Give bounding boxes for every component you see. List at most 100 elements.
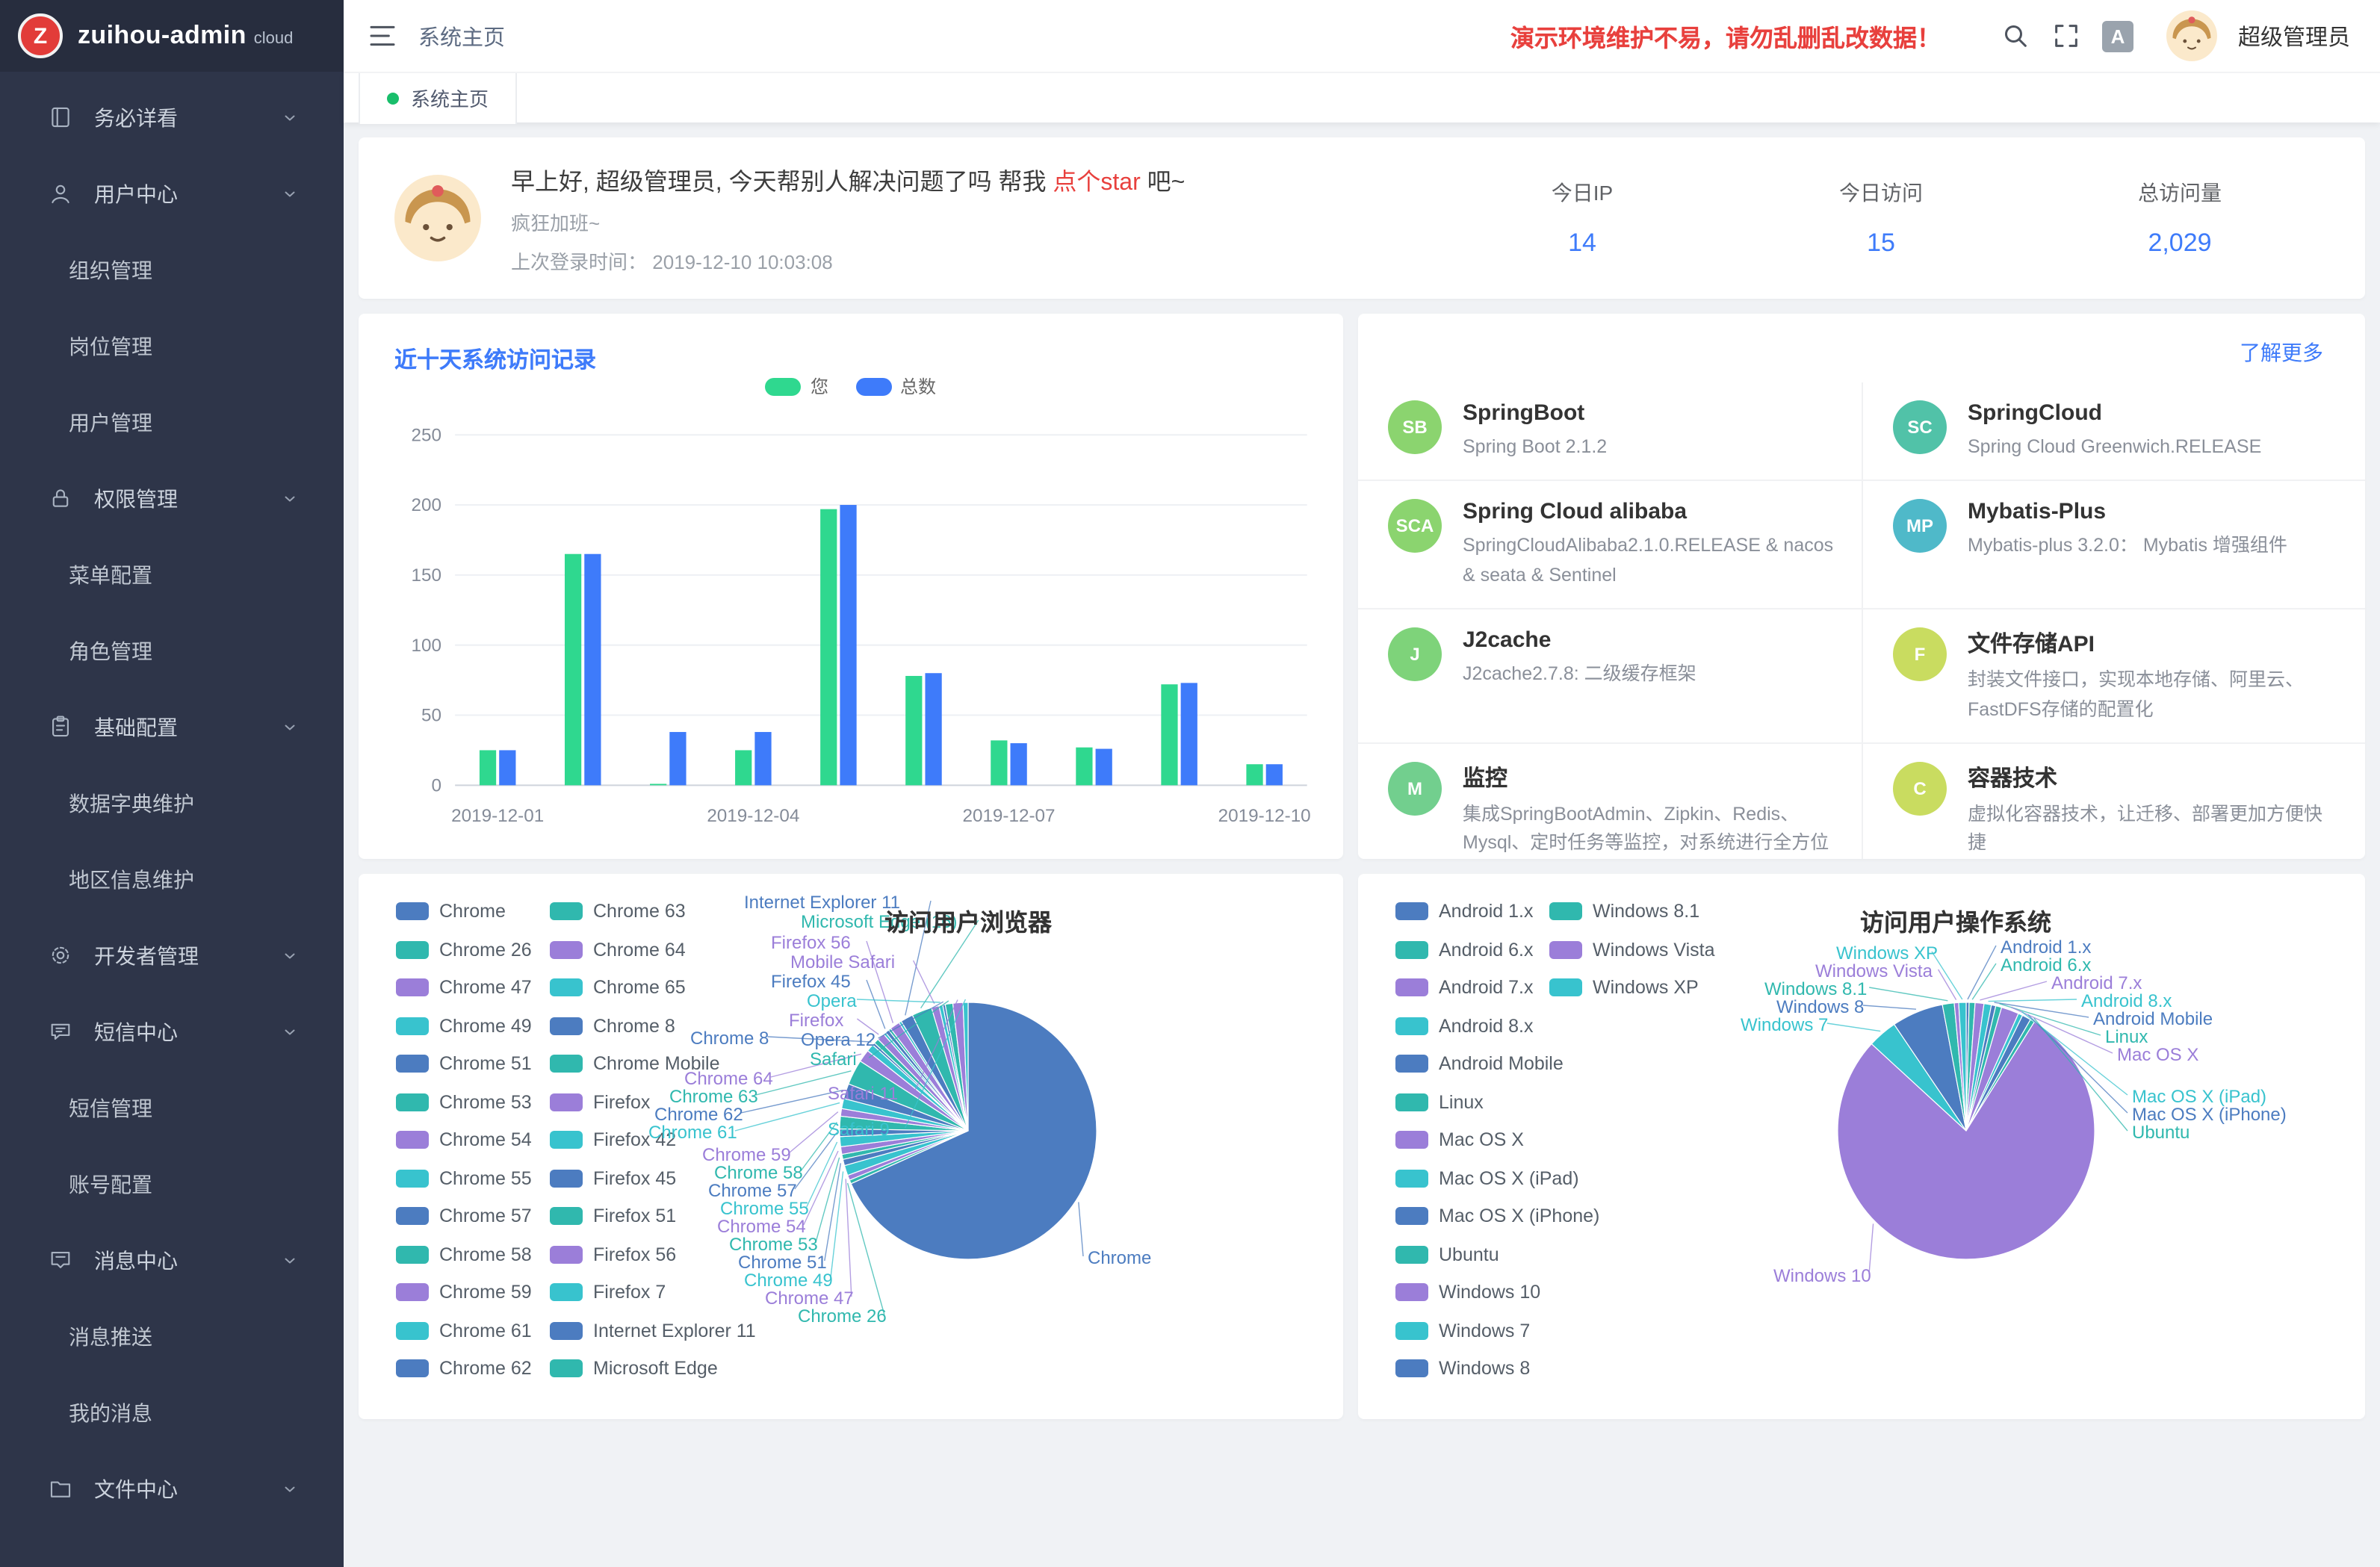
legend-item[interactable]: Chrome 8 (550, 1015, 704, 1036)
search-icon[interactable] (2001, 21, 2030, 51)
legend-item[interactable]: Microsoft Edge (550, 1358, 704, 1379)
stat-value[interactable]: 15 (1732, 229, 2030, 258)
sidebar-item-permission[interactable]: 权限管理 (0, 460, 344, 536)
legend-item[interactable]: Mac OS X (iPhone) (1395, 1205, 1549, 1226)
legend-item[interactable]: Firefox (550, 1091, 704, 1112)
legend-item[interactable]: Chrome 64 (550, 939, 704, 960)
feature-j[interactable]: JJ2cacheJ2cache2.7.8: 二级缓存框架 (1358, 608, 1862, 742)
legend-item[interactable]: Android 7.x (1395, 977, 1549, 998)
legend-item[interactable]: Chrome Mobile (550, 1053, 704, 1074)
feature-mp[interactable]: MPMybatis-PlusMybatis-plus 3.2.0： Mybati… (1862, 480, 2365, 609)
bar[interactable] (925, 673, 941, 785)
bar[interactable] (1096, 749, 1112, 786)
legend-item[interactable]: Windows 7 (1395, 1320, 1549, 1341)
sidebar-item-base-config[interactable]: 基础配置 (0, 689, 344, 765)
legend-item[interactable]: Mac OS X (1395, 1129, 1549, 1150)
sidebar-item-file-center[interactable]: 文件中心 (0, 1450, 344, 1527)
bar[interactable] (840, 505, 856, 785)
legend-item[interactable]: Chrome 65 (550, 977, 704, 998)
legend-item[interactable]: Chrome 62 (396, 1358, 550, 1379)
bar[interactable] (905, 676, 922, 785)
sidebar-subitem-sms-manage[interactable]: 短信管理 (0, 1070, 344, 1146)
sidebar-subitem-user[interactable]: 用户管理 (0, 384, 344, 460)
legend-item[interactable]: Firefox 45 (550, 1167, 704, 1188)
bar[interactable] (1246, 764, 1262, 785)
legend-item[interactable]: Windows 8.1 (1549, 901, 1703, 922)
legend-item[interactable]: Internet Explorer 11 (550, 1320, 704, 1341)
sidebar-item-user-center[interactable]: 用户中心 (0, 155, 344, 232)
legend-item[interactable]: Windows 8 (1395, 1358, 1549, 1379)
sidebar-subitem-my-msg[interactable]: 我的消息 (0, 1374, 344, 1450)
sidebar-subitem-post[interactable]: 岗位管理 (0, 308, 344, 384)
legend-item[interactable]: Windows Vista (1549, 939, 1703, 960)
legend-item[interactable]: Chrome 53 (396, 1091, 550, 1112)
tab-home[interactable]: 系统主页 (359, 72, 517, 123)
sidebar-subitem-dict[interactable]: 数据字典维护 (0, 765, 344, 841)
legend-item[interactable]: Chrome 55 (396, 1167, 550, 1188)
legend-item[interactable]: Firefox 7 (550, 1282, 704, 1303)
legend-item[interactable]: Windows XP (1549, 977, 1703, 998)
bar[interactable] (1161, 684, 1177, 785)
legend-item[interactable]: Chrome 51 (396, 1053, 550, 1074)
feature-sca[interactable]: SCASpring Cloud alibabaSpringCloudAlibab… (1358, 480, 1862, 609)
legend-item[interactable]: Chrome (396, 901, 550, 922)
sidebar-subitem-menu-config[interactable]: 菜单配置 (0, 536, 344, 612)
sidebar-subitem-area[interactable]: 地区信息维护 (0, 841, 344, 917)
legend-item[interactable]: Chrome 58 (396, 1244, 550, 1265)
bar[interactable] (991, 740, 1007, 785)
feature-m[interactable]: M监控集成SpringBootAdmin、Zipkin、Redis、Mysql、… (1358, 742, 1862, 859)
stat-value[interactable]: 2,029 (2030, 229, 2329, 258)
font-size-icon[interactable]: A (2102, 20, 2133, 52)
sidebar-subitem-role[interactable]: 角色管理 (0, 612, 344, 689)
feature-f[interactable]: F文件存储API封装文件接口，实现本地存储、阿里云、FastDFS存储的配置化 (1862, 608, 2365, 742)
bar[interactable] (1181, 683, 1197, 785)
legend-item[interactable]: Mac OS X (iPad) (1395, 1167, 1549, 1188)
sidebar-subitem-msg-push[interactable]: 消息推送 (0, 1298, 344, 1374)
sidebar-item-must-read[interactable]: 务必详看 (0, 79, 344, 155)
legend-item[interactable]: Android 8.x (1395, 1015, 1549, 1036)
legend-item[interactable]: Chrome 49 (396, 1015, 550, 1036)
feature-sb[interactable]: SBSpringBootSpring Boot 2.1.2 (1358, 382, 1862, 480)
legend-item[interactable]: Chrome 61 (396, 1320, 550, 1341)
sidebar-item-message-center[interactable]: 消息中心 (0, 1222, 344, 1298)
username[interactable]: 超级管理员 (2238, 20, 2350, 52)
legend-item[interactable]: Android 6.x (1395, 939, 1549, 960)
bar[interactable] (650, 784, 666, 785)
legend-item[interactable]: Android Mobile (1395, 1053, 1549, 1074)
bar[interactable] (480, 750, 496, 785)
bar[interactable] (820, 509, 837, 786)
legend-item[interactable]: 总数 (855, 373, 936, 399)
legend-item[interactable]: Chrome 47 (396, 977, 550, 998)
legend-item[interactable]: Chrome 54 (396, 1129, 550, 1150)
legend-item[interactable]: 您 (766, 373, 828, 399)
sidebar-item-developer[interactable]: 开发者管理 (0, 917, 344, 993)
feature-c[interactable]: C容器技术虚拟化容器技术，让迁移、部署更加方便快捷 (1862, 742, 2365, 859)
legend-item[interactable]: Linux (1395, 1091, 1549, 1112)
bar[interactable] (1266, 764, 1283, 785)
bar[interactable] (584, 554, 601, 786)
legend-item[interactable]: Chrome 59 (396, 1282, 550, 1303)
legend-item[interactable]: Windows 10 (1395, 1282, 1549, 1303)
legend-item[interactable]: Ubuntu (1395, 1244, 1549, 1265)
feature-sc[interactable]: SCSpringCloudSpring Cloud Greenwich.RELE… (1862, 382, 2365, 480)
bar[interactable] (669, 732, 686, 785)
legend-item[interactable]: Chrome 26 (396, 939, 550, 960)
sidebar-subitem-org[interactable]: 组织管理 (0, 232, 344, 308)
legend-item[interactable]: Chrome 63 (550, 901, 704, 922)
bar[interactable] (565, 554, 581, 786)
sidebar-item-sms-center[interactable]: 短信中心 (0, 993, 344, 1070)
fullscreen-icon[interactable] (2051, 21, 2081, 51)
legend-item[interactable]: Android 1.x (1395, 901, 1549, 922)
bar[interactable] (1076, 748, 1092, 786)
bar[interactable] (754, 732, 771, 785)
user-avatar[interactable] (2166, 10, 2217, 61)
collapse-menu-icon[interactable] (368, 21, 397, 51)
legend-item[interactable]: Chrome 57 (396, 1205, 550, 1226)
breadcrumb[interactable]: 系统主页 (418, 20, 505, 52)
stat-value[interactable]: 14 (1433, 229, 1732, 258)
legend-item[interactable]: Firefox 51 (550, 1205, 704, 1226)
visits-bar-chart[interactable]: 0501001502002502019-12-012019-12-042019-… (376, 400, 1328, 850)
bar[interactable] (499, 750, 515, 785)
bar[interactable] (1011, 743, 1027, 785)
legend-item[interactable]: Firefox 56 (550, 1244, 704, 1265)
